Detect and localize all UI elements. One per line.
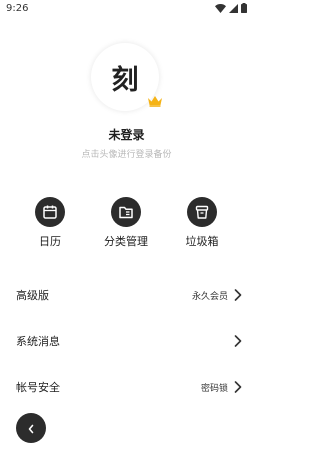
back-button[interactable] bbox=[16, 413, 46, 443]
login-hint: 点击头像进行登录备份 bbox=[81, 150, 172, 160]
status-time: 9:26 bbox=[6, 3, 29, 14]
menu-item-account-security[interactable]: 帐号安全 密码锁 bbox=[16, 377, 242, 397]
chevron-right-icon bbox=[234, 381, 242, 393]
status-bar: 9:26 bbox=[0, 0, 253, 20]
status-icons bbox=[215, 3, 247, 13]
chevron-right-icon bbox=[234, 335, 242, 347]
signal-icon bbox=[229, 3, 238, 13]
menu-item-premium-value: 永久会员 bbox=[191, 291, 228, 302]
trash-label: 垃圾箱 bbox=[185, 235, 219, 248]
chevron-right-icon bbox=[234, 289, 242, 301]
crown-icon bbox=[147, 92, 163, 111]
category-manage-label: 分类管理 bbox=[104, 235, 148, 248]
user-name[interactable]: 未登录 bbox=[0, 126, 253, 143]
trash-icon[interactable] bbox=[187, 197, 217, 227]
menu-item-system-messages-title: 系统消息 bbox=[16, 335, 60, 348]
wifi-icon bbox=[215, 3, 226, 13]
menu-item-account-security-value: 密码锁 bbox=[200, 383, 228, 394]
category-manage-button[interactable]: 分类管理 bbox=[91, 197, 161, 249]
menu-item-premium-title: 高级版 bbox=[16, 289, 49, 302]
calendar-icon[interactable] bbox=[35, 197, 65, 227]
chevron-left-icon[interactable] bbox=[27, 419, 35, 438]
menu-item-premium[interactable]: 高级版 永久会员 bbox=[16, 285, 242, 305]
folder-icon[interactable] bbox=[111, 197, 141, 227]
trash-button[interactable]: 垃圾箱 bbox=[167, 197, 237, 249]
calendar-button[interactable]: 日历 bbox=[15, 197, 85, 249]
menu-item-system-messages[interactable]: 系统消息 bbox=[16, 331, 242, 351]
avatar-container[interactable]: 刻 bbox=[91, 43, 162, 111]
menu-item-account-security-title: 帐号安全 bbox=[16, 381, 60, 394]
battery-icon bbox=[241, 3, 247, 13]
calendar-label: 日历 bbox=[39, 235, 61, 248]
